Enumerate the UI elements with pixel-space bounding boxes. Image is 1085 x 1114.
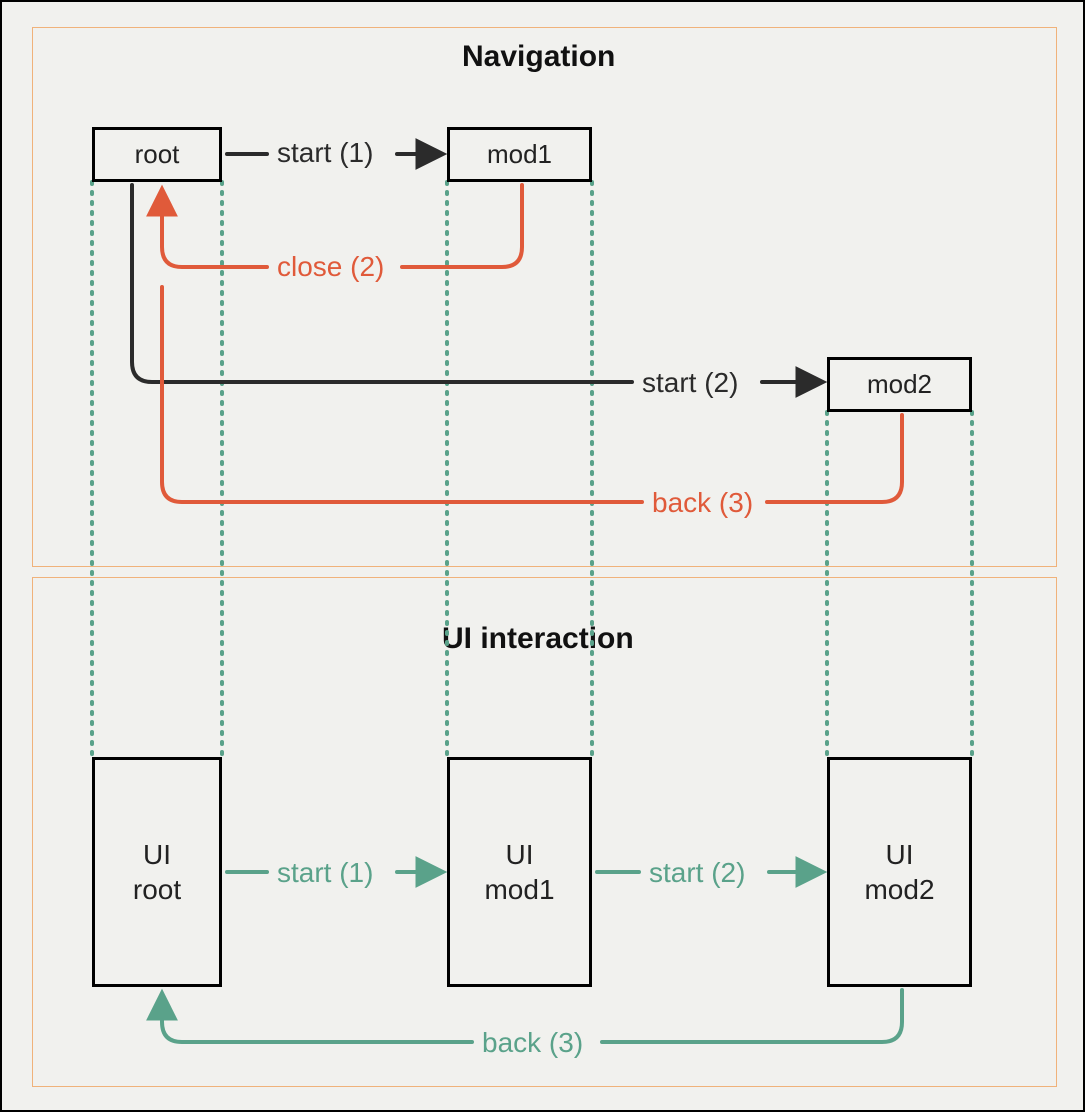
panel-ui-title: UI interaction	[442, 622, 634, 656]
diagram-canvas: Navigation UI interaction root mod1 mod2…	[0, 0, 1085, 1112]
edge-label-ui-start1: start (1)	[277, 857, 373, 889]
edge-label-nav-back3: back (3)	[652, 487, 753, 519]
edge-label-ui-back3: back (3)	[482, 1027, 583, 1059]
panel-navigation	[32, 27, 1057, 567]
edge-label-nav-start2: start (2)	[642, 367, 738, 399]
edge-label-ui-start2: start (2)	[649, 857, 745, 889]
node-root: root	[92, 127, 222, 182]
node-ui-mod1: UI mod1	[447, 757, 592, 987]
node-mod1: mod1	[447, 127, 592, 182]
node-root-label: root	[135, 139, 180, 170]
node-ui-mod1-label: UI mod1	[484, 837, 554, 907]
edge-label-nav-start1: start (1)	[277, 137, 373, 169]
node-ui-root-label: UI root	[133, 837, 181, 907]
node-ui-mod2-label: UI mod2	[864, 837, 934, 907]
edge-label-nav-close2: close (2)	[277, 251, 384, 283]
node-mod1-label: mod1	[487, 139, 552, 170]
node-mod2: mod2	[827, 357, 972, 412]
node-mod2-label: mod2	[867, 369, 932, 400]
panel-navigation-title: Navigation	[462, 40, 615, 74]
node-ui-mod2: UI mod2	[827, 757, 972, 987]
node-ui-root: UI root	[92, 757, 222, 987]
